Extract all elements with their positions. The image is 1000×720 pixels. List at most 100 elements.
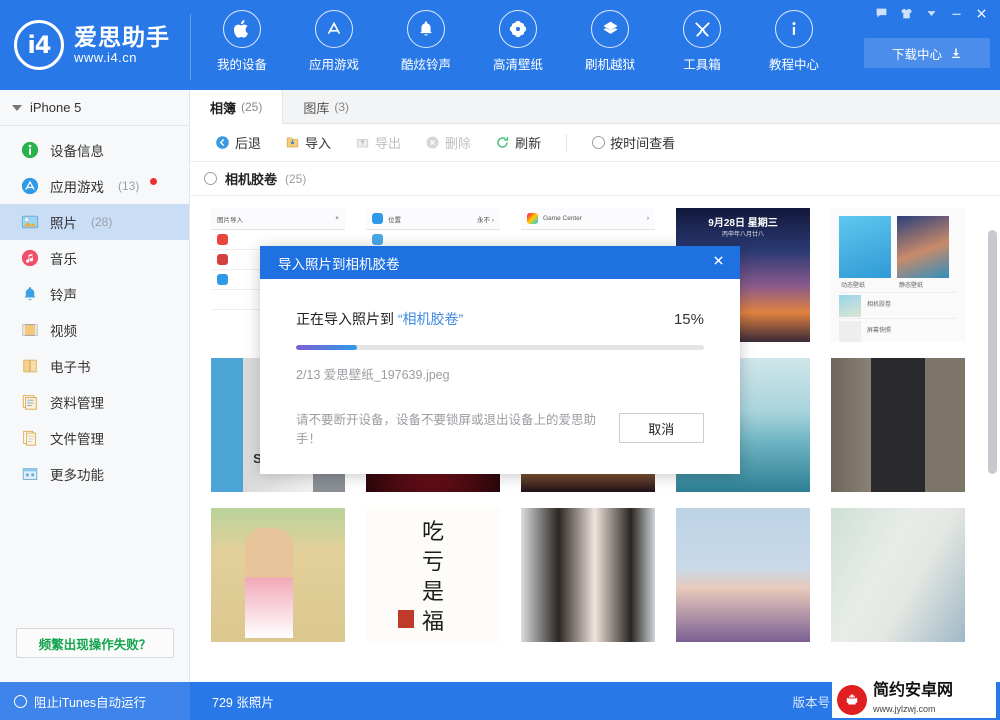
watermark-name: 简约安卓网	[873, 682, 954, 700]
window-controls	[870, 3, 992, 23]
sidebar-item-ebooks[interactable]: 电子书	[0, 348, 189, 384]
close-icon[interactable]	[970, 3, 992, 23]
delete-icon	[426, 136, 439, 149]
nav-label: 我的设备	[216, 58, 267, 72]
album-count: (25)	[285, 171, 307, 186]
chevron-down-icon[interactable]	[920, 3, 942, 23]
nav-item-ringtones[interactable]: 酷炫铃声	[380, 10, 472, 86]
view-by-time-label: 按时间查看	[610, 136, 676, 151]
dialog-footer: 请不要断开设备，设备不要锁屏或退出设备上的爱思助手！ 取消	[296, 409, 704, 447]
dialog-title: 导入照片到相机胶卷	[278, 256, 400, 272]
nav-item-tutorials[interactable]: 教程中心	[748, 10, 840, 86]
import-button[interactable]: 导入	[274, 130, 342, 156]
chevron-down-icon	[12, 104, 22, 111]
apple-icon	[223, 10, 261, 48]
sidebar-item-music[interactable]: 音乐	[0, 240, 189, 276]
sidebar-item-label: 电子书	[50, 360, 91, 375]
toolbar-divider	[566, 133, 568, 152]
box-icon	[591, 10, 629, 48]
nav-item-flash-jailbreak[interactable]: 刷机越狱	[564, 10, 656, 86]
sidebar-item-label: 音乐	[50, 252, 77, 267]
import-icon	[286, 137, 299, 148]
nav-label: 应用游戏	[308, 58, 359, 72]
toolbar-label: 导入	[305, 136, 332, 151]
ringtone-icon	[20, 284, 40, 304]
sidebar-item-ringtones[interactable]: 铃声	[0, 276, 189, 312]
info-circle-icon	[20, 140, 40, 160]
tab-bar: 相簿 (25) 图库 (3)	[190, 90, 1000, 124]
nav-item-wallpapers[interactable]: 高清壁纸	[472, 10, 564, 86]
sidebar-item-apps-games[interactable]: 应用游戏 (13)	[0, 168, 189, 204]
photo-icon	[20, 212, 40, 232]
close-icon[interactable]	[706, 248, 730, 272]
view-by-time-option[interactable]: 按时间查看	[581, 130, 686, 156]
site-watermark: 简约安卓网 www.jylzwj.com	[832, 682, 996, 718]
sidebar-item-more[interactable]: 更多功能	[0, 456, 189, 492]
skin-icon[interactable]	[895, 3, 917, 23]
nav-item-apps-games[interactable]: 应用游戏	[288, 10, 380, 86]
album-radio-icon[interactable]	[204, 172, 217, 185]
sidebar-item-photos[interactable]: 照片 (28)	[0, 204, 189, 240]
sidebar-item-label: 视频	[50, 324, 77, 339]
progress-status-target: “相机胶卷”	[397, 311, 464, 327]
help-button[interactable]: 频繁出现操作失败？	[16, 628, 174, 658]
photo-thumb-girl-sweater[interactable]	[831, 508, 965, 642]
book-icon	[20, 356, 40, 376]
nav-item-my-device[interactable]: 我的设备	[196, 10, 288, 86]
photo-thumb-calligraphy[interactable]: 吃亏是福	[366, 508, 500, 642]
toolbar: 后退 导入 导出 删除 刷新 按时间查看	[190, 124, 1000, 162]
export-button: 导出	[344, 130, 412, 156]
tab-albums[interactable]: 相簿 (25)	[190, 90, 284, 124]
sidebar-item-videos[interactable]: 视频	[0, 312, 189, 348]
file-icon	[20, 428, 40, 448]
version-label: 版本号	[792, 695, 830, 710]
photo-thumb-screenshot-wallpaper-settings[interactable]: 动态壁纸 静态壁纸 相机胶卷 屏幕快照	[831, 208, 965, 342]
sidebar-item-label: 更多功能	[50, 468, 104, 483]
progress-bar-fill	[296, 345, 358, 350]
android-logo-icon	[837, 685, 867, 715]
radio-icon	[14, 694, 27, 708]
back-button[interactable]: 后退	[204, 130, 272, 156]
export-icon	[356, 139, 369, 148]
itunes-toggle[interactable]: 阻止iTunes自动运行	[0, 682, 190, 720]
delete-button: 删除	[414, 130, 482, 156]
video-icon	[20, 320, 40, 340]
vertical-scrollbar[interactable]	[988, 212, 997, 672]
sidebar-item-label: 铃声	[50, 288, 77, 303]
photo-thumb-man-walking[interactable]	[831, 358, 965, 492]
wallpaper-label: 动态壁纸	[841, 283, 866, 289]
sidebar-item-data-manage[interactable]: 资料管理	[0, 384, 189, 420]
sidebar-item-file-manage[interactable]: 文件管理	[0, 420, 189, 456]
download-center-button[interactable]: 下载中心	[864, 38, 990, 68]
photo-thumb-beach-girl[interactable]	[211, 508, 345, 642]
progress-status-line: 正在导入照片到 “相机胶卷” 15%	[296, 309, 704, 329]
appstore-icon	[20, 176, 40, 196]
dialog-header: 导入照片到相机胶卷	[260, 246, 740, 279]
photo-thumb-girl-hands[interactable]	[676, 508, 810, 642]
minimize-icon[interactable]	[945, 3, 967, 23]
flower-icon	[499, 10, 537, 48]
feedback-icon[interactable]	[870, 3, 892, 23]
sidebar-item-label: 设备信息	[50, 144, 104, 159]
nav-item-toolbox[interactable]: 工具箱	[656, 10, 748, 86]
current-file-label: 2/13 爱思壁纸_197639.jpeg	[296, 368, 450, 382]
nav-label: 工具箱	[683, 58, 721, 72]
app-header: i4 爱思助手 www.i4.cn 我的设备 应用游戏 酷炫铃声 高清壁纸 刷机…	[0, 0, 1000, 90]
nav-label: 教程中心	[768, 58, 819, 72]
tab-gallery[interactable]: 图库 (3)	[283, 90, 369, 124]
toolbar-label: 删除	[445, 136, 472, 151]
sidebar-item-label: 照片	[50, 216, 77, 231]
nav-label: 高清壁纸	[492, 58, 543, 72]
brand-logo-area: i4 爱思助手 www.i4.cn	[14, 14, 190, 76]
album-header: 相机胶卷 (25)	[190, 162, 1000, 196]
download-center-label: 下载中心	[891, 47, 942, 62]
scrollbar-thumb[interactable]	[988, 230, 997, 474]
progress-percent: 15%	[673, 311, 704, 328]
refresh-button[interactable]: 刷新	[484, 130, 552, 156]
dialog-warning: 请不要断开设备，设备不要锁屏或退出设备上的爱思助手！	[296, 413, 597, 446]
refresh-icon	[497, 136, 509, 148]
sidebar-item-device-info[interactable]: 设备信息	[0, 132, 189, 168]
device-selector[interactable]: iPhone 5	[0, 90, 189, 126]
cancel-button[interactable]: 取消	[618, 413, 704, 443]
photo-thumb-long-hair-girl[interactable]	[521, 508, 655, 642]
